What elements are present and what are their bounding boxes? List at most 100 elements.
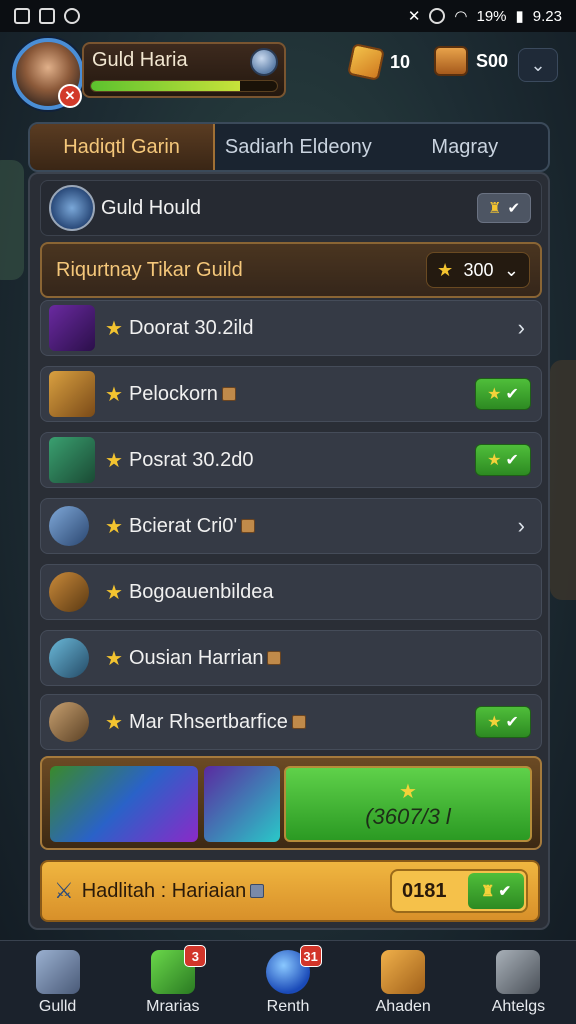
check-icon: ✔	[498, 883, 512, 900]
list-item[interactable]: ★ Posrat 30.2d0 ★ ✔	[40, 432, 542, 488]
star-icon: ★	[399, 780, 417, 803]
trophy-icon: ♜	[487, 200, 502, 217]
tab-hadiqtl-garin[interactable]: Hadiqtl Garin	[30, 124, 216, 170]
chevron-right-icon[interactable]: ›	[518, 513, 525, 539]
star-icon: ★	[487, 386, 502, 403]
star-icon: ★	[105, 711, 123, 734]
chevron-down-icon: ⌄	[530, 54, 546, 75]
nav-mrarias[interactable]: 3 Mrarias	[115, 941, 230, 1024]
vibrate-icon	[429, 8, 446, 24]
amulet-reward-icon[interactable]	[50, 766, 198, 842]
axe-icon	[49, 702, 89, 742]
mute-icon: ✕	[407, 8, 421, 25]
nav-label: Ahtelgs	[491, 997, 546, 1015]
box-icon	[221, 387, 236, 402]
player-header: ✕ Guld Haria 10 S00 ⌄	[0, 32, 576, 112]
nav-badge: 3	[184, 945, 207, 967]
item-label: Bcierat Cri0'	[129, 515, 256, 538]
treasure-chest-icon	[49, 371, 95, 417]
rank-icon[interactable]	[250, 48, 278, 76]
star-icon: ★	[105, 449, 123, 472]
guild-panel: Guld Hould ♜ ✔ Riqurtnay Tikar Guild ★ 3…	[28, 172, 550, 930]
trophy-icon: ♜	[480, 883, 495, 900]
item-label: Bogoauenbildea	[128, 580, 274, 603]
list-item[interactable]: ★ Bcierat Cri0' ›	[40, 498, 542, 554]
nav-badge: 31	[299, 945, 322, 967]
bottom-navigation: Gulld 3 Mrarias 31 Renth Ahaden Ahtelgs	[0, 940, 576, 1024]
name-plate: Guld Haria	[82, 42, 286, 98]
clock: 9.23	[532, 7, 562, 25]
box-icon	[291, 715, 306, 730]
star-icon: ★	[105, 515, 123, 538]
reward-banner: ★ (3607/3 l	[40, 756, 542, 850]
blue-dagger-icon	[49, 506, 89, 546]
claim-button[interactable]: ★ ✔	[475, 378, 531, 410]
box-icon	[250, 884, 265, 899]
guild-purchase-bar[interactable]: ⚔ Hadlitah : Hariaian 0181 ♜ ✔	[40, 860, 540, 922]
nav-ahtelgs[interactable]: Ahtelgs	[461, 941, 576, 1024]
wifi-icon: ◠	[454, 8, 468, 25]
list-item[interactable]: ★ Doorat 30.2ild ›	[40, 300, 542, 356]
claim-button[interactable]: ★ ✔	[475, 706, 531, 738]
currency-gems[interactable]: 10	[347, 43, 410, 81]
player-name: Guld Haria	[92, 49, 188, 71]
item-label: Ousian Harrian	[129, 647, 282, 670]
list-item[interactable]: ★ Ousian Harrian	[40, 630, 542, 686]
item-label: Pelockorn	[129, 383, 236, 406]
shield-icon	[64, 8, 80, 24]
background-scenery-right	[550, 360, 576, 600]
star-icon: ★	[105, 383, 123, 406]
menu-dropdown-button[interactable]: ⌄	[518, 48, 558, 82]
chevron-right-icon[interactable]: ›	[518, 315, 525, 341]
guild-bar-label: Hadlitah : Hariaian	[82, 880, 265, 903]
star-icon: ★	[437, 259, 454, 280]
nav-renth[interactable]: 31 Renth	[230, 941, 345, 1024]
star-icon: ★	[487, 452, 502, 469]
confirm-button[interactable]: ♜ ✔	[468, 873, 524, 909]
check-icon: ✔	[505, 452, 519, 469]
claim-button[interactable]: ★ ✔	[475, 444, 531, 476]
house-icon	[381, 949, 426, 994]
settings-icon	[496, 949, 541, 994]
guild-row[interactable]: Guld Hould ♜ ✔	[40, 180, 542, 236]
featured-row[interactable]: Riqurtnay Tikar Guild ★ 300 ⌄	[40, 242, 542, 298]
chevron-down-icon: ⌄	[503, 259, 519, 280]
list-item[interactable]: ★ Bogoauenbildea	[40, 564, 542, 620]
item-label: Posrat 30.2d0	[128, 448, 254, 471]
helmet-reward-icon[interactable]	[204, 766, 280, 842]
star-icon: ★	[105, 581, 123, 604]
nav-ahaden[interactable]: Ahaden	[346, 941, 461, 1024]
box-icon	[267, 651, 282, 666]
star-icon: ★	[105, 317, 123, 340]
xp-fill	[91, 81, 240, 91]
guild-row-label: Guld Hould	[101, 196, 202, 219]
hero-portrait-icon	[49, 437, 95, 483]
check-icon: ✔	[507, 200, 521, 217]
guild-toggle-button[interactable]: ♜ ✔	[477, 193, 531, 223]
ornate-sword-icon	[49, 305, 95, 351]
reward-claim-button[interactable]: ★ (3607/3 l	[284, 766, 532, 842]
list-item[interactable]: ★ Pelockorn ★ ✔	[40, 366, 542, 422]
cube-icon	[35, 949, 80, 994]
nav-label: Ahaden	[375, 997, 431, 1015]
tab-magray[interactable]: Magray	[382, 124, 548, 170]
guild-price-value: 0181	[402, 879, 447, 902]
list-item[interactable]: ★ Mar Rhsertbarfice ★ ✔	[40, 694, 542, 750]
reward-code: (3607/3 l	[365, 803, 451, 829]
sword-icon: ⚔	[54, 878, 74, 903]
guild-price-button[interactable]: 0181 ♜ ✔	[390, 869, 528, 913]
item-label: Mar Rhsertbarfice	[129, 711, 306, 734]
gem-icon	[347, 43, 385, 81]
chest-icon	[434, 46, 468, 76]
battery-level: 19%	[476, 7, 507, 25]
item-label: Doorat 30.2ild	[128, 316, 254, 339]
nav-guild[interactable]: Gulld	[0, 941, 115, 1024]
nav-label: Mrarias	[146, 997, 200, 1015]
currency-gold[interactable]: S00	[434, 46, 508, 76]
tab-sadiarh-eldeony[interactable]: Sadiarh Eldeony	[215, 124, 381, 170]
featured-row-label: Riqurtnay Tikar Guild	[56, 258, 243, 281]
box-icon	[241, 519, 256, 534]
guild-emblem-icon	[49, 185, 95, 231]
xp-bar	[90, 80, 278, 92]
featured-price[interactable]: ★ 300 ⌄	[426, 252, 530, 288]
